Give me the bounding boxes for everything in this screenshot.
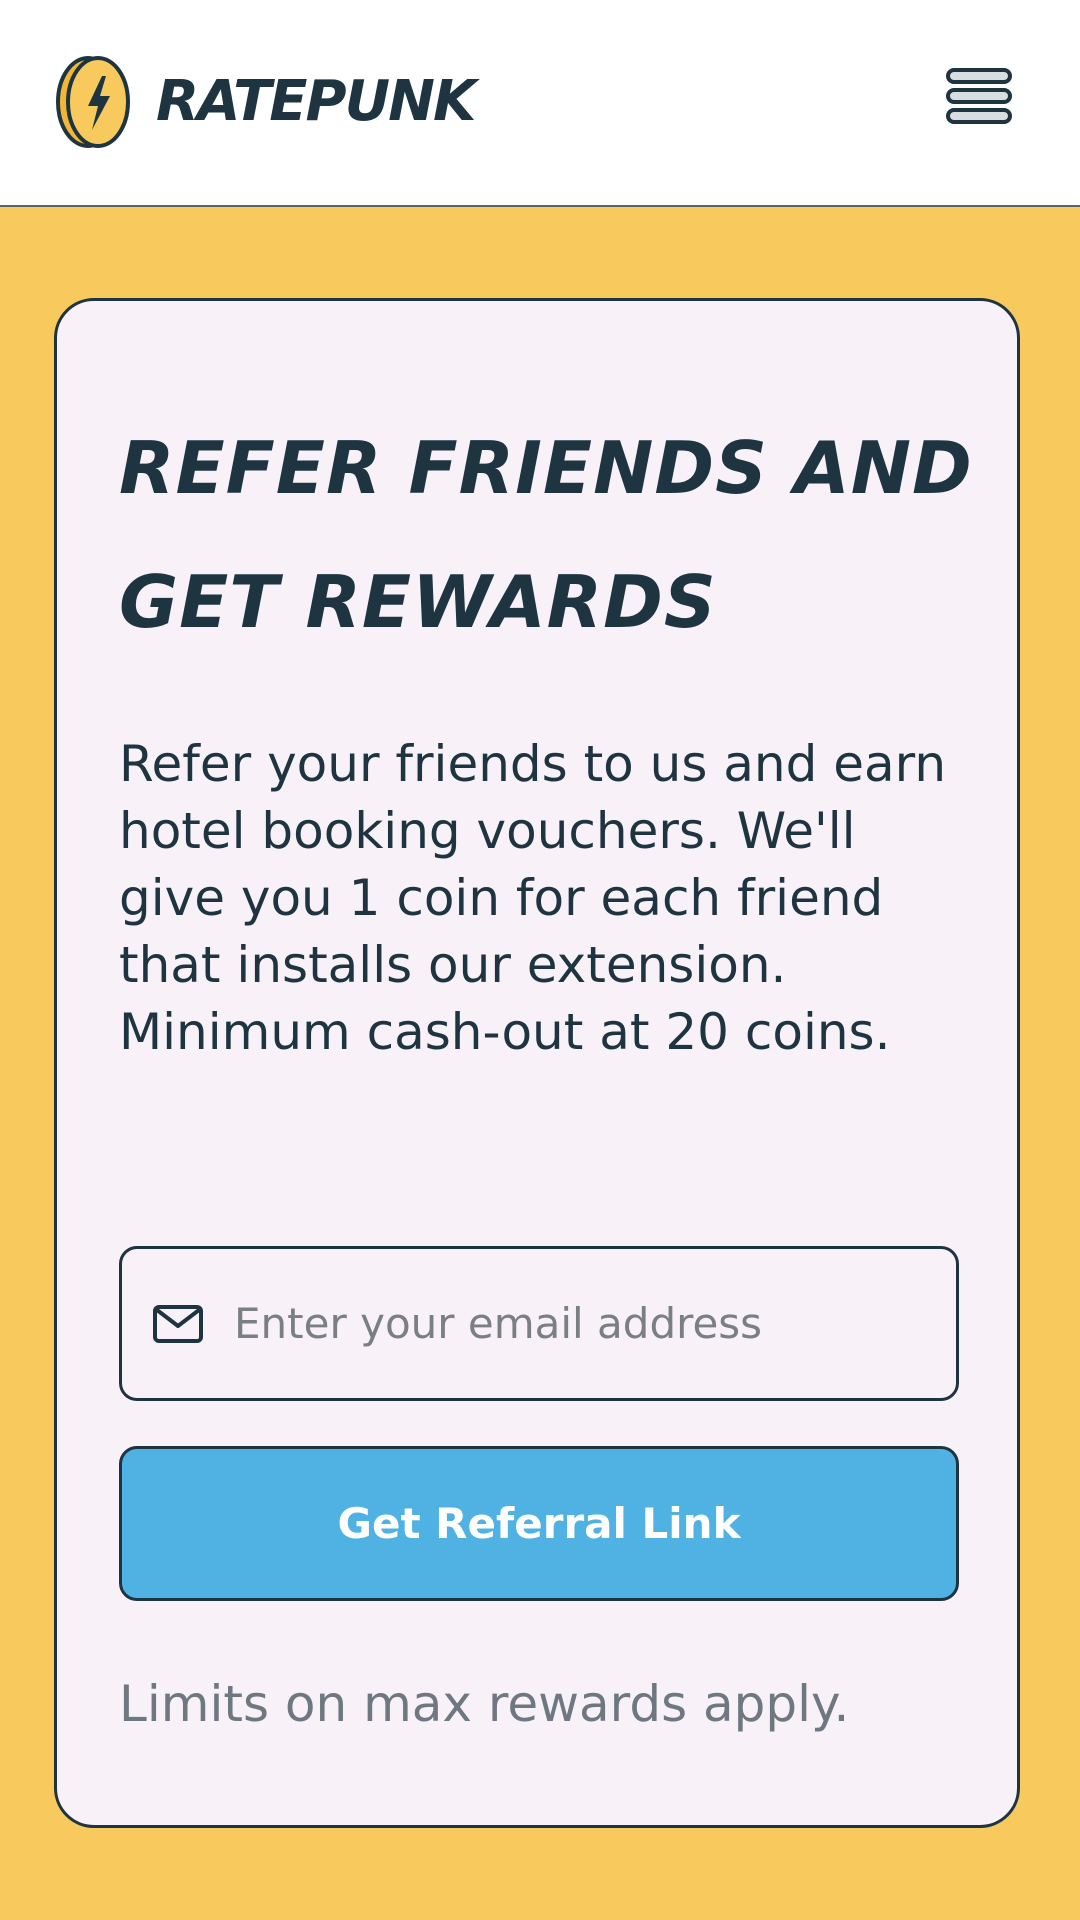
- lightning-coin-icon: [56, 56, 130, 148]
- card-description: Refer your friends to us and earn hotel …: [119, 735, 947, 1061]
- ratepunk-logo[interactable]: RATEPUNK: [54, 54, 476, 150]
- hamburger-menu-icon[interactable]: [944, 64, 1014, 128]
- rewards-limit-note: Limits on max rewards apply.: [119, 1675, 850, 1733]
- card-title: REFER FRIENDS AND GET REWARDS: [119, 426, 973, 644]
- referral-card: REFER FRIENDS AND GET REWARDS Refer your…: [54, 298, 1020, 1828]
- email-field[interactable]: [119, 1246, 959, 1401]
- get-referral-link-button[interactable]: Get Referral Link: [119, 1446, 959, 1601]
- brand-name: RATEPUNK: [156, 69, 476, 134]
- email-input[interactable]: [234, 1299, 914, 1348]
- site-header: RATEPUNK: [0, 0, 1080, 207]
- mail-icon: [153, 1304, 203, 1343]
